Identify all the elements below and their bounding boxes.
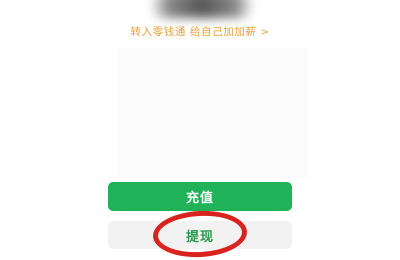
content-panel [118, 48, 308, 178]
recharge-button[interactable]: 充值 [108, 182, 292, 211]
blurred-balance-amount [150, 0, 254, 18]
lingqiantong-promo-link[interactable]: 转入零钱通 给自己加加薪 > [0, 24, 400, 39]
promo-link-label: 转入零钱通 给自己加加薪 [130, 26, 257, 38]
withdraw-button-label: 提现 [185, 229, 214, 245]
chevron-right-icon: > [260, 27, 270, 38]
recharge-button-label: 充值 [185, 191, 214, 206]
withdraw-button[interactable]: 提现 [108, 221, 292, 249]
